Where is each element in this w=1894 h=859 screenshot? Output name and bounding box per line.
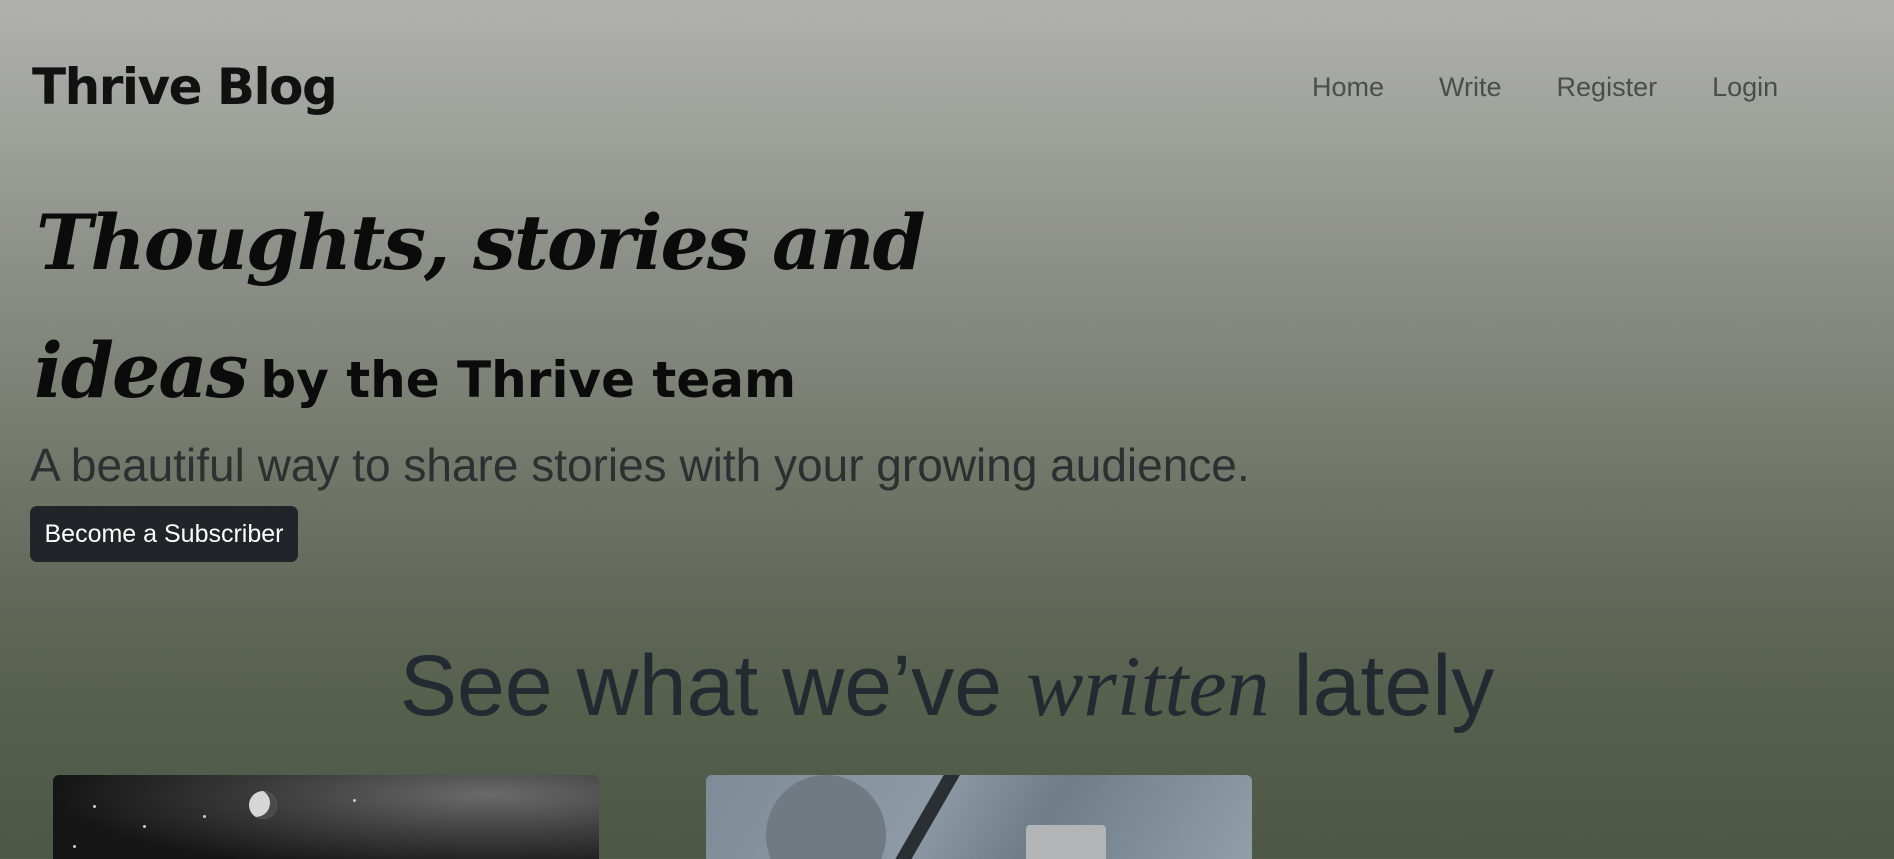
post-card-rainy-window[interactable] (706, 775, 1252, 859)
wiper-shape (881, 775, 965, 859)
star-decoration (73, 845, 76, 848)
moon-image (249, 791, 277, 819)
site-brand[interactable]: Thrive Blog (32, 58, 338, 116)
star-decoration (203, 815, 206, 818)
star-decoration (353, 799, 356, 802)
hero-heading-line2: ideas by the Thrive team (34, 326, 796, 415)
main-nav: Home Write Register Login (1312, 72, 1833, 103)
hero-heading-tagline: by the Thrive team (260, 351, 797, 409)
hero-heading-script-word: ideas (34, 326, 248, 415)
section-title-emphasis: written (1025, 638, 1270, 734)
subscribe-button[interactable]: Become a Subscriber (30, 506, 298, 562)
object-shape (1026, 825, 1106, 859)
nav-register-link[interactable]: Register (1557, 72, 1658, 103)
section-title-before: See what we’ve (399, 638, 1003, 734)
nav-write-link[interactable]: Write (1439, 72, 1502, 103)
nav-home-link[interactable]: Home (1312, 72, 1384, 103)
hero-subtitle: A beautiful way to share stories with yo… (30, 439, 1250, 491)
section-title-after: lately (1293, 638, 1495, 734)
section-title: See what we’ve written lately (0, 636, 1894, 736)
star-decoration (93, 805, 96, 808)
nav-login-link[interactable]: Login (1712, 72, 1778, 103)
hero-heading-line1: Thoughts, stories and (36, 198, 926, 287)
star-decoration (143, 825, 146, 828)
post-card-night-sky[interactable] (53, 775, 599, 859)
shadow-shape (766, 775, 886, 859)
